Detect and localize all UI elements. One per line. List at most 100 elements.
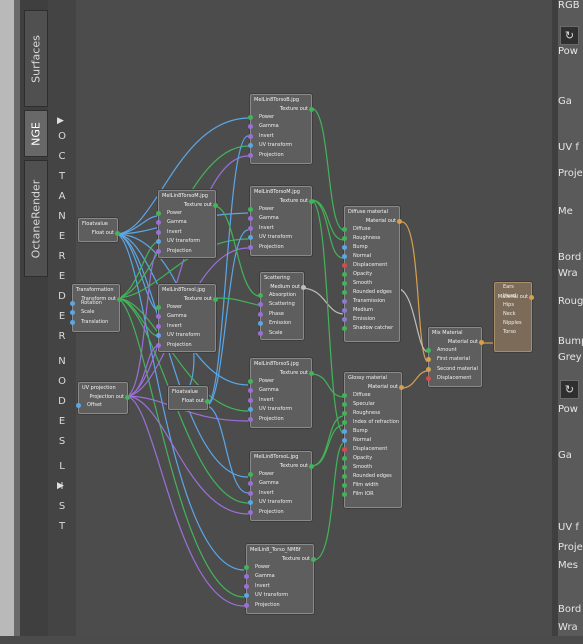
- refresh-icon[interactable]: ↻: [560, 26, 579, 45]
- property-label[interactable]: RGB: [558, 0, 583, 22]
- output-pin[interactable]: [309, 199, 314, 204]
- input-pin[interactable]: [342, 411, 347, 416]
- input-pin[interactable]: [342, 281, 347, 286]
- input-pin[interactable]: [342, 474, 347, 479]
- input-pin[interactable]: [342, 483, 347, 488]
- output-pin[interactable]: [213, 203, 218, 208]
- property-label[interactable]: Pow: [558, 404, 583, 426]
- input-pin[interactable]: [248, 481, 253, 487]
- output-pin[interactable]: [529, 295, 534, 300]
- property-label[interactable]: Proje: [558, 168, 583, 190]
- node-uvproj[interactable]: UV projection Projection out Offset: [76, 382, 130, 414]
- input-pin[interactable]: [248, 509, 253, 515]
- output-pin[interactable]: [213, 297, 218, 302]
- input-pin[interactable]: [156, 211, 161, 216]
- output-pin[interactable]: [115, 231, 120, 236]
- input-pin[interactable]: [342, 299, 347, 304]
- input-pin[interactable]: [248, 115, 253, 120]
- node-output-node[interactable]: Material out Ears Head Hips Neck Nipples Torso: [494, 282, 534, 352]
- input-pin[interactable]: [156, 342, 161, 348]
- input-pin[interactable]: [248, 216, 253, 222]
- node-torso-mid[interactable]: MelLin8TorsoM.jpg Texture out Power Gamma In…: [156, 190, 218, 258]
- input-pin[interactable]: [342, 393, 347, 398]
- input-pin[interactable]: [156, 333, 161, 339]
- output-pin[interactable]: [301, 285, 306, 290]
- input-pin[interactable]: [342, 236, 347, 241]
- tab-surfaces[interactable]: Surfaces: [24, 10, 48, 107]
- output-pin[interactable]: [311, 557, 316, 562]
- input-pin[interactable]: [258, 321, 263, 327]
- input-pin[interactable]: [342, 465, 347, 470]
- input-pin[interactable]: [258, 302, 263, 308]
- input-pin[interactable]: [342, 447, 347, 452]
- input-pin[interactable]: [342, 402, 347, 407]
- input-pin[interactable]: [248, 379, 253, 384]
- input-pin[interactable]: [258, 330, 263, 336]
- input-pin[interactable]: [426, 357, 431, 363]
- input-pin[interactable]: [248, 407, 253, 413]
- input-pin[interactable]: [70, 319, 75, 325]
- input-pin[interactable]: [244, 593, 249, 599]
- refresh-icon[interactable]: ↻: [560, 380, 579, 399]
- input-pin[interactable]: [342, 456, 347, 461]
- node-torso-s[interactable]: MelLin8TorsoS.jpg Texture out Power Gamma In…: [248, 358, 314, 428]
- output-pin[interactable]: [125, 395, 130, 400]
- input-pin[interactable]: [342, 272, 347, 277]
- input-pin[interactable]: [342, 308, 347, 313]
- property-label[interactable]: Ga: [558, 450, 583, 472]
- tab-nge[interactable]: NGE: [24, 110, 48, 157]
- property-label[interactable]: Rougl: [558, 296, 583, 318]
- node-mix[interactable]: Mix Material Material out Amount First mate…: [426, 327, 484, 387]
- input-pin[interactable]: [156, 239, 161, 245]
- input-pin[interactable]: [76, 403, 81, 408]
- property-label[interactable]: Ga: [558, 96, 583, 118]
- node-transform[interactable]: Transformation Transform out Rotation Scale…: [70, 284, 122, 332]
- input-pin[interactable]: [248, 500, 253, 506]
- node-graph-canvas[interactable]: Floatvalue Float out Transformation Transfo…: [70, 0, 552, 636]
- input-pin[interactable]: [248, 397, 253, 403]
- input-pin[interactable]: [248, 143, 253, 149]
- property-label[interactable]: Mes: [558, 560, 583, 582]
- tab-octanerender[interactable]: OctaneRender: [24, 160, 48, 277]
- input-pin[interactable]: [244, 574, 249, 580]
- input-pin[interactable]: [156, 305, 161, 310]
- input-pin[interactable]: [156, 248, 161, 254]
- node-torso-b[interactable]: MelLin8TorsoB.jpg Texture out Power Gamma In…: [248, 94, 314, 164]
- input-pin[interactable]: [342, 254, 347, 259]
- input-pin[interactable]: [248, 490, 253, 496]
- input-pin[interactable]: [70, 310, 75, 316]
- input-pin[interactable]: [342, 326, 347, 331]
- output-pin[interactable]: [205, 399, 210, 404]
- output-pin[interactable]: [397, 219, 402, 224]
- input-pin[interactable]: [248, 472, 253, 477]
- input-pin[interactable]: [156, 229, 161, 235]
- input-pin[interactable]: [342, 317, 347, 322]
- node-glossy[interactable]: Glossy material Material out Diffuse Specul…: [342, 372, 404, 508]
- property-label[interactable]: Wra: [558, 622, 583, 644]
- input-pin[interactable]: [248, 225, 253, 231]
- input-pin[interactable]: [426, 348, 431, 353]
- input-pin[interactable]: [70, 301, 75, 306]
- input-pin[interactable]: [248, 388, 253, 394]
- input-pin[interactable]: [248, 152, 253, 158]
- property-label[interactable]: Pow: [558, 46, 583, 68]
- input-pin[interactable]: [258, 311, 263, 317]
- input-pin[interactable]: [248, 207, 253, 212]
- input-pin[interactable]: [342, 227, 347, 232]
- input-pin[interactable]: [156, 220, 161, 226]
- input-pin[interactable]: [426, 366, 431, 372]
- node-torso-m2[interactable]: MelLin8TorsoM.jpg Texture out Power Gamma In…: [248, 186, 314, 256]
- input-pin[interactable]: [342, 263, 347, 268]
- output-pin[interactable]: [309, 464, 314, 469]
- input-pin[interactable]: [248, 235, 253, 241]
- output-pin[interactable]: [117, 297, 122, 302]
- property-label[interactable]: Grey: [558, 352, 583, 374]
- input-pin[interactable]: [342, 245, 347, 250]
- node-torso-l[interactable]: MelLin8TorsoL.jpg Texture out Power Gamma In…: [248, 451, 314, 521]
- property-label[interactable]: UV f: [558, 142, 583, 164]
- input-pin[interactable]: [342, 420, 347, 425]
- input-pin[interactable]: [248, 124, 253, 130]
- input-pin[interactable]: [156, 314, 161, 320]
- property-label[interactable]: Wra: [558, 268, 583, 290]
- input-pin[interactable]: [342, 429, 347, 434]
